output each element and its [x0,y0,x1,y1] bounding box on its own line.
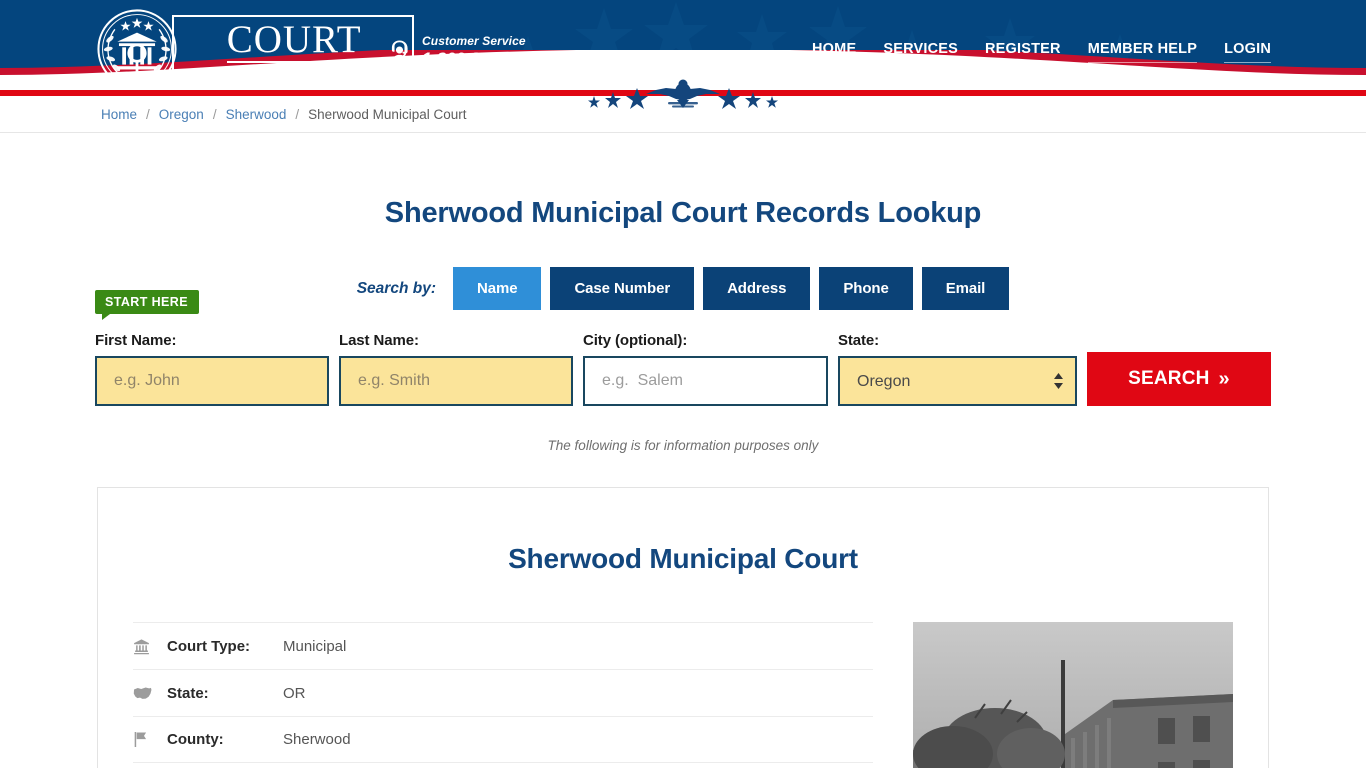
headset-support-icon [391,40,408,61]
last-name-label: Last Name: [339,332,419,349]
nav-item-home[interactable]: HOME [812,41,857,63]
search-by-tabs: Search by: Name Case Number Address Phon… [0,267,1366,310]
site-header: COURT C A S E F I N D E R Customer Servi… [0,0,1366,96]
breadcrumb-item-current: Sherwood Municipal Court [308,106,467,122]
customer-service-block[interactable]: Customer Service 1-800-309-9351 [386,35,542,67]
breadcrumb-separator: / [295,106,300,122]
tab-address[interactable]: Address [703,267,811,310]
city-field-group: City (optional): [583,332,828,406]
table-row: State: OR [133,669,873,716]
search-form: START HERE First Name: Last Name: City (… [95,290,1271,406]
court-photo-wrap [913,622,1233,768]
breadcrumb-item-home[interactable]: Home [101,107,137,122]
breadcrumb-item-sherwood[interactable]: Sherwood [226,107,287,122]
site-logo[interactable]: COURT C A S E F I N D E R [96,8,415,90]
first-name-label: First Name: [95,332,177,349]
tab-phone[interactable]: Phone [819,267,913,310]
city-label: City (optional): [583,332,688,349]
tab-case-number[interactable]: Case Number [550,267,695,310]
search-button-label: SEARCH [1128,368,1210,389]
state-label: State: [838,332,880,349]
court-info-table: Court Type: Municipal State: OR County: … [133,622,873,768]
breadcrumb-item-oregon[interactable]: Oregon [159,107,204,122]
nav-item-member-help[interactable]: MEMBER HELP [1087,41,1198,63]
breadcrumb-separator: / [146,106,150,122]
us-map-icon [133,686,167,700]
tab-email[interactable]: Email [921,267,1010,310]
logo-wordmark: COURT C A S E F I N D E R [172,15,415,83]
court-detail-body: Court Type: Municipal State: OR County: … [98,622,1268,768]
disclaimer-text: The following is for information purpose… [547,438,819,453]
state-field-group: State: Oregon [838,332,1077,406]
court-detail-card: Sherwood Municipal Court Court Type: Mun… [97,487,1269,768]
nav-item-register[interactable]: REGISTER [985,41,1061,63]
start-here-badge: START HERE [95,290,199,320]
flag-icon [133,731,167,748]
customer-service-label: Customer Service [422,34,526,48]
state-select[interactable]: Oregon [838,356,1077,406]
page-title: Sherwood Municipal Court Records Lookup [384,197,982,229]
logo-word: COURT [226,17,362,63]
bank-institution-icon [133,638,167,655]
nav-item-login[interactable]: LOGIN [1224,41,1271,63]
customer-service-phone[interactable]: 1-800-309-9351 [422,50,542,67]
first-name-field-group: First Name: [95,332,329,406]
courthouse-photo [913,622,1233,768]
info-value: OR [283,684,306,702]
last-name-field-group: Last Name: [339,332,573,406]
info-key: State: [167,684,209,702]
court-seal-icon [97,9,177,89]
breadcrumb-separator: / [212,106,217,122]
page-content: Sherwood Municipal Court Records Lookup … [0,133,1366,768]
main-navigation[interactable]: HOME SERVICES REGISTER MEMBER HELP LOGIN [812,41,1271,63]
tab-name[interactable]: Name [452,267,542,310]
info-value: Sherwood [283,731,351,748]
first-name-input[interactable] [95,356,329,406]
logo-subtitle: C A S E F I N D E R [198,65,395,78]
nav-item-services[interactable]: SERVICES [883,41,958,63]
double-chevron-right-icon: » [1218,368,1230,390]
search-by-label: Search by: [356,279,436,297]
court-name-title: Sherwood Municipal Court [508,543,858,574]
city-input[interactable] [583,356,828,406]
table-row: County: Sherwood [133,716,873,763]
search-button[interactable]: SEARCH » [1087,352,1271,406]
table-row: Court Type: Municipal [133,622,873,669]
breadcrumb: Home / Oregon / Sherwood / Sherwood Muni… [0,96,1366,133]
info-key: Court Type: [167,637,251,655]
info-key: County: [167,731,224,748]
info-value: Municipal [283,637,347,655]
last-name-input[interactable] [339,356,573,406]
